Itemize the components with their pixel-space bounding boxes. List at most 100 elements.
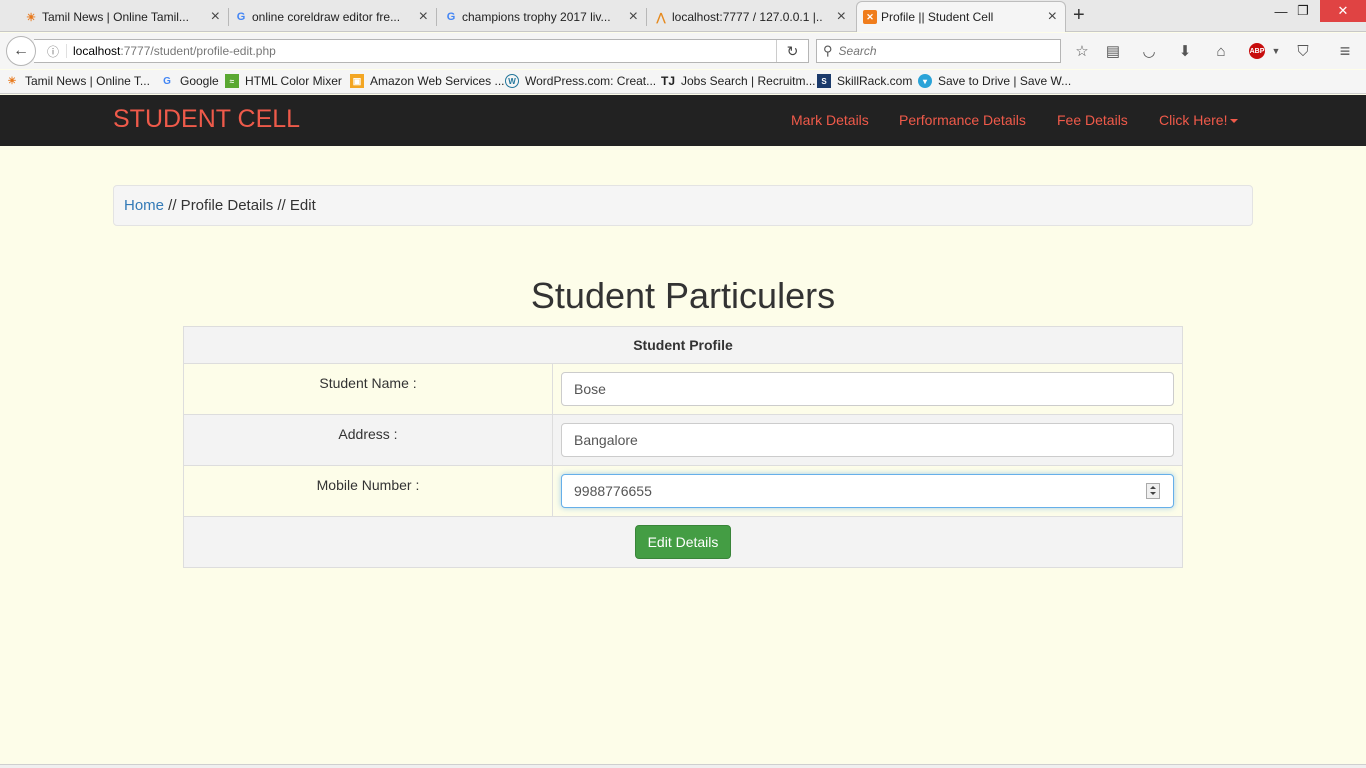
browser-tab[interactable]: ☀ Tamil News | Online Tamil... × <box>18 2 229 32</box>
browser-tab-title: localhost:7777 / 127.0.0.1 |... <box>672 10 822 24</box>
student-name-cell <box>552 363 1183 415</box>
nav-mark-details[interactable]: Mark Details <box>791 112 869 128</box>
close-tab-icon[interactable]: × <box>211 8 220 26</box>
caret-down-icon <box>1230 119 1239 124</box>
close-tab-icon[interactable]: × <box>629 8 638 26</box>
google-favicon: G <box>446 11 456 23</box>
search-input[interactable] <box>838 44 1039 58</box>
browser-toolbar: ⓘ localhost:7777/student/profile-edit.ph… <box>0 33 1366 69</box>
wordpress-favicon: W <box>505 74 519 88</box>
download-icon[interactable]: ⬇ <box>1175 41 1195 61</box>
window-close-icon[interactable]: ✕ <box>1320 0 1366 22</box>
adblock-icon[interactable]: ABP <box>1247 41 1267 61</box>
menu-icon[interactable]: ≡ <box>1335 41 1355 61</box>
skillrack-favicon: S <box>817 74 831 88</box>
nav-click-here-dropdown[interactable]: Click Here! <box>1159 112 1239 128</box>
site-navbar: STUDENT CELL Mark Details Performance De… <box>0 95 1366 146</box>
url-text[interactable]: localhost:7777/student/profile-edit.php <box>66 44 276 58</box>
browser-tab-title: Tamil News | Online Tamil... <box>42 10 189 24</box>
button-cell: Edit Details <box>183 516 1183 568</box>
pocket-icon[interactable]: ◡ <box>1139 41 1159 61</box>
close-tab-icon[interactable]: × <box>419 8 428 26</box>
reload-icon[interactable]: ↻ <box>776 40 808 62</box>
student-name-label: Student Name : <box>183 363 553 415</box>
mobile-number-cell <box>552 465 1183 517</box>
info-icon[interactable]: ⓘ <box>40 43 66 60</box>
home-icon[interactable]: ⌂ <box>1211 41 1231 61</box>
breadcrumb-home-link[interactable]: Home <box>124 197 164 214</box>
search-bar[interactable]: ⚲ <box>816 39 1061 63</box>
browser-tab[interactable]: G online coreldraw editor fre... × <box>228 2 437 32</box>
url-bar[interactable]: ⓘ localhost:7777/student/profile-edit.ph… <box>34 39 809 63</box>
browser-tab-bar: ☀ Tamil News | Online Tamil... × G onlin… <box>0 0 1366 32</box>
profile-form-table: Student Profile Student Name : Address :… <box>183 326 1183 568</box>
bookmark-label: WordPress.com: Creat... <box>525 74 657 88</box>
browser-tab[interactable]: G champions trophy 2017 liv... × <box>438 2 647 32</box>
mobile-number-wrapper <box>561 474 1174 508</box>
aws-favicon: ▣ <box>350 74 364 88</box>
browser-tab-active[interactable]: ✕ Profile || Student Cell × <box>856 1 1066 32</box>
bookmark-item[interactable]: ▣ Amazon Web Services ... <box>350 74 505 88</box>
timesjobs-favicon: TJ <box>661 74 676 88</box>
bookmark-label: SkillRack.com <box>837 74 913 88</box>
url-path: :7777/student/profile-edit.php <box>120 44 276 58</box>
back-button[interactable]: ← <box>6 36 36 66</box>
spinner-down-icon[interactable] <box>1150 492 1156 495</box>
spinner-up-icon[interactable] <box>1150 486 1156 489</box>
url-host: localhost <box>73 44 121 58</box>
color-mixer-favicon: ≈ <box>225 74 239 88</box>
mobile-number-label: Mobile Number : <box>183 465 553 517</box>
back-arrow-icon: ← <box>13 42 29 59</box>
table-header: Student Profile <box>183 326 1183 364</box>
bookmark-label: Amazon Web Services ... <box>370 74 505 88</box>
close-tab-icon[interactable]: × <box>837 8 846 26</box>
new-tab-icon[interactable]: + <box>1073 4 1085 27</box>
breadcrumb-trail: // Profile Details // Edit <box>164 197 316 214</box>
bookmark-label: Save to Drive | Save W... <box>938 74 1072 88</box>
search-icon: ⚲ <box>823 43 833 58</box>
close-tab-icon[interactable]: × <box>1048 8 1057 26</box>
bookmark-label: HTML Color Mixer <box>245 74 342 88</box>
brand-link[interactable]: STUDENT CELL <box>113 105 300 134</box>
bookmark-item[interactable]: ☀ Tamil News | Online T... <box>5 74 150 88</box>
address-cell <box>552 414 1183 466</box>
address-label: Address : <box>183 414 553 466</box>
google-favicon: G <box>163 75 171 87</box>
address-input[interactable] <box>561 423 1174 457</box>
reading-list-icon[interactable]: ▤ <box>1103 41 1123 61</box>
table-header-row: Student Profile <box>183 326 1183 364</box>
browser-tab-title: Profile || Student Cell <box>881 10 994 24</box>
table-row: Mobile Number : <box>183 465 1183 517</box>
bookmark-item[interactable]: S SkillRack.com <box>817 74 912 88</box>
student-name-input[interactable] <box>561 372 1174 406</box>
bookmark-star-icon[interactable]: ☆ <box>1072 41 1092 61</box>
xampp-favicon: ✕ <box>863 10 877 24</box>
browser-tab-title: champions trophy 2017 liv... <box>462 10 611 24</box>
drive-favicon: ▾ <box>918 74 932 88</box>
table-button-row: Edit Details <box>183 516 1183 568</box>
nav-performance-details[interactable]: Performance Details <box>899 112 1026 128</box>
bookmark-item[interactable]: ▾ Save to Drive | Save W... <box>918 74 1071 88</box>
shield-icon[interactable]: ⛉ <box>1293 41 1313 61</box>
adblock-menu-chevron-icon[interactable]: ▼ <box>1266 41 1286 61</box>
bookmark-item[interactable]: TJ Jobs Search | Recruitm... <box>661 74 816 88</box>
bookmark-label: Jobs Search | Recruitm... <box>681 74 816 88</box>
table-row: Address : <box>183 414 1183 466</box>
browser-tab-title: online coreldraw editor fre... <box>252 10 401 24</box>
bookmark-item[interactable]: G Google <box>160 74 219 88</box>
bookmark-label: Google <box>180 74 219 88</box>
tamil-news-favicon: ☀ <box>26 11 36 24</box>
browser-tab[interactable]: ⋀ localhost:7777 / 127.0.0.1 |... × <box>648 2 854 32</box>
mobile-number-input[interactable] <box>561 474 1174 508</box>
edit-details-button[interactable]: Edit Details <box>634 525 732 559</box>
bottom-strip <box>0 764 1366 768</box>
page-title: Student Particulers <box>530 275 836 316</box>
table-row: Student Name : <box>183 363 1183 415</box>
breadcrumb: Home // Profile Details // Edit <box>113 185 1253 226</box>
nav-fee-details[interactable]: Fee Details <box>1057 112 1128 128</box>
bookmark-label: Tamil News | Online T... <box>25 74 150 88</box>
bookmark-item[interactable]: ≈ HTML Color Mixer <box>225 74 342 88</box>
bookmark-item[interactable]: W WordPress.com: Creat... <box>505 74 656 88</box>
number-spinner-icon[interactable] <box>1146 483 1160 499</box>
tamil-news-favicon: ☀ <box>7 75 17 87</box>
